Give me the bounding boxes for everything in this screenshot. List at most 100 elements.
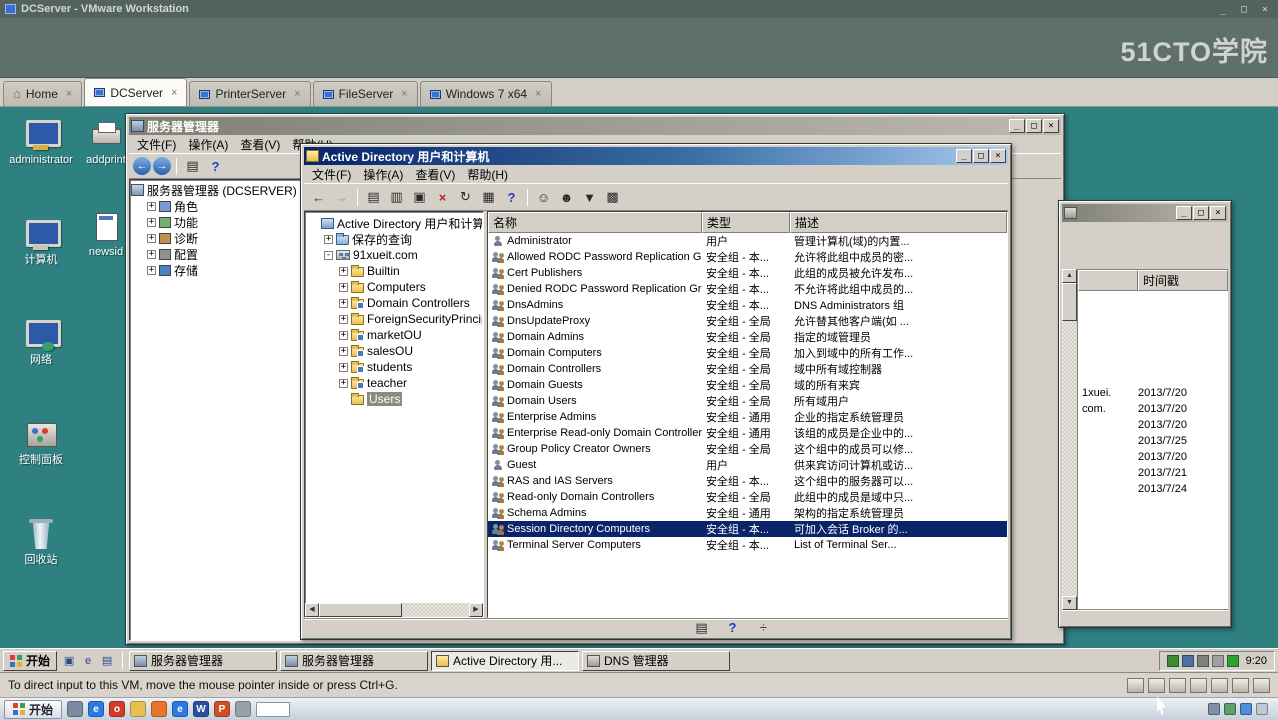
forward-icon[interactable]: →: [153, 157, 171, 175]
vm-tab-printerserver[interactable]: PrinterServer ×: [189, 81, 311, 106]
table-row[interactable]: Cert Publishers 安全组 - 本... 此组的成员被允许发布...: [488, 265, 1007, 281]
tree-item-server-manager-root[interactable]: 服务器管理器 (DCSERVER): [131, 182, 299, 198]
taskbar-ie-icon[interactable]: e: [88, 701, 105, 717]
tab-close-icon[interactable]: ×: [171, 87, 177, 99]
help-icon[interactable]: ?: [205, 156, 226, 176]
volume-icon[interactable]: [1208, 703, 1220, 715]
expand-icon[interactable]: +: [147, 249, 156, 259]
help-icon[interactable]: ?: [722, 618, 743, 638]
network-adapter-icon[interactable]: [1190, 677, 1207, 693]
table-row[interactable]: Domain Computers 安全组 - 全局 加入到域中的所有工作...: [488, 345, 1007, 361]
filter-icon[interactable]: ▼: [579, 187, 600, 207]
tree-item-storage[interactable]: + 存储: [131, 262, 299, 278]
print-icon[interactable]: ▤: [691, 618, 712, 638]
new-user-icon[interactable]: ☺: [533, 187, 554, 207]
tree-item-sales-ou[interactable]: + salesOU: [306, 343, 482, 359]
table-row[interactable]: Domain Users 安全组 - 全局 所有域用户: [488, 393, 1007, 409]
dns-manager-title-bar[interactable]: _ □ ×: [1062, 204, 1228, 222]
column-header-timestamp[interactable]: 时间戳: [1138, 270, 1228, 291]
refresh-icon[interactable]: ↻: [455, 187, 476, 207]
tab-close-icon[interactable]: ×: [401, 88, 407, 100]
menu-file[interactable]: 文件(F): [306, 165, 357, 183]
taskbar-word-icon[interactable]: W: [193, 701, 210, 717]
taskbar-ie-icon-2[interactable]: e: [172, 701, 189, 717]
vertical-scrollbar[interactable]: ▲ ▼: [1062, 269, 1077, 610]
scrollbar-track[interactable]: [1062, 283, 1077, 596]
expand-icon[interactable]: +: [339, 266, 348, 276]
table-row[interactable]: Session Directory Computers 安全组 - 本... 可加入…: [488, 521, 1007, 537]
desktop-icon-network[interactable]: 网络: [8, 319, 74, 419]
network-icon[interactable]: [1224, 703, 1236, 715]
back-icon[interactable]: ←: [308, 187, 329, 207]
tree-item-users[interactable]: Users: [306, 391, 482, 407]
tree-item-saved-queries[interactable]: + 保存的查询: [306, 231, 482, 247]
menu-view[interactable]: 查看(V): [234, 135, 286, 153]
expand-icon[interactable]: +: [147, 201, 156, 211]
hdd-icon[interactable]: [1127, 677, 1144, 693]
server-status-icon[interactable]: [1211, 654, 1224, 667]
floppy-icon[interactable]: [1169, 677, 1186, 693]
tree-item-domain-91xueit-com[interactable]: - 91xueit.com: [306, 247, 482, 263]
table-row[interactable]: Schema Admins 安全组 - 通用 架构的指定系统管理员: [488, 505, 1007, 521]
table-row[interactable]: Terminal Server Computers 安全组 - 本... List …: [488, 537, 1007, 553]
close-button[interactable]: ×: [1043, 119, 1059, 133]
show-desktop-icon[interactable]: ▣: [60, 652, 78, 670]
table-row[interactable]: com. 2013/7/20: [1078, 401, 1228, 417]
expand-icon[interactable]: +: [147, 233, 156, 243]
taskbar-show-desktop-icon[interactable]: [67, 701, 84, 717]
server-manager-title-bar[interactable]: 服务器管理器 _ □ ×: [129, 117, 1061, 135]
taskbar-media-player-icon[interactable]: o: [109, 701, 126, 717]
update-icon[interactable]: [1240, 703, 1252, 715]
active-directory-title-bar[interactable]: Active Directory 用户和计算机 _ □ ×: [304, 147, 1008, 165]
vm-tab-dcserver[interactable]: DCServer ×: [84, 78, 188, 106]
table-row[interactable]: Domain Controllers 安全组 - 全局 域中所有域控制器: [488, 361, 1007, 377]
menu-file[interactable]: 文件(F): [131, 135, 182, 153]
table-row[interactable]: Read-only Domain Controllers 安全组 - 全局 此组中的…: [488, 489, 1007, 505]
table-row[interactable]: 2013/7/20: [1078, 449, 1228, 465]
table-row[interactable]: RAS and IAS Servers 安全组 - 本... 这个组中的服务器可以.…: [488, 473, 1007, 489]
taskbar-button-server-manager-1[interactable]: 服务器管理器: [129, 650, 278, 671]
expand-icon[interactable]: +: [339, 282, 348, 292]
new-group-icon[interactable]: ☻: [556, 187, 577, 207]
table-row[interactable]: 2013/7/21: [1078, 465, 1228, 481]
taskbar-folder-icon[interactable]: [130, 701, 147, 717]
tab-close-icon[interactable]: ×: [535, 88, 541, 100]
properties-icon[interactable]: ▥: [386, 187, 407, 207]
tree-item-market-ou[interactable]: + marketOU: [306, 327, 482, 343]
table-row[interactable]: Enterprise Admins 安全组 - 通用 企业的指定系统管理员: [488, 409, 1007, 425]
table-row[interactable]: Administrator 用户 管理计算机(域)的内置...: [488, 233, 1007, 249]
expand-icon[interactable]: +: [339, 346, 348, 356]
table-row[interactable]: Denied RODC Password Replication Group 安全…: [488, 281, 1007, 297]
expand-icon[interactable]: -: [324, 250, 333, 260]
taskbar-powerpoint-icon[interactable]: P: [214, 701, 231, 717]
tree-item-ad-root[interactable]: Active Directory 用户和计算机: [306, 215, 482, 231]
desktop-icon-administrator[interactable]: administrator: [8, 119, 74, 219]
sound-icon[interactable]: [1232, 677, 1249, 693]
desktop-icon-recycle-bin[interactable]: 回收站: [8, 519, 74, 619]
shield-icon[interactable]: [1226, 654, 1239, 667]
minimize-button[interactable]: _: [1009, 119, 1025, 133]
copy-icon[interactable]: ▣: [409, 187, 430, 207]
desktop-icon-control-panel[interactable]: 控制面板: [8, 419, 74, 519]
cdrom-icon[interactable]: [1148, 677, 1165, 693]
tree-item-features[interactable]: + 功能: [131, 214, 299, 230]
minimize-button[interactable]: _: [956, 149, 972, 163]
tree-item-teacher[interactable]: + teacher: [306, 375, 482, 391]
ime-icon[interactable]: [1256, 703, 1268, 715]
forward-icon[interactable]: →: [331, 187, 352, 207]
vmware-tools-icon[interactable]: [1166, 654, 1179, 667]
vm-desktop[interactable]: administrator 计算机 网络 控制面板 回收站 addprint newsid…: [0, 107, 1278, 672]
delete-icon[interactable]: ×: [432, 187, 453, 207]
show-console-tree-icon[interactable]: ▤: [182, 156, 203, 176]
table-row[interactable]: 1xuei. 2013/7/20: [1078, 385, 1228, 401]
column-header-type[interactable]: 类型: [702, 212, 790, 233]
start-button[interactable]: 开始: [3, 650, 58, 671]
tree-item-roles[interactable]: + 角色: [131, 198, 299, 214]
taskbar-button-server-manager-2[interactable]: 服务器管理器: [280, 650, 429, 671]
vm-tab-home[interactable]: ⌂ Home ×: [3, 81, 83, 106]
menu-help[interactable]: 帮助(H): [461, 165, 514, 183]
tree-item-domain-controllers[interactable]: + Domain Controllers: [306, 295, 482, 311]
vm-tab-windows-7-x64[interactable]: Windows 7 x64 ×: [419, 81, 552, 106]
vm-tab-fileserver[interactable]: FileServer ×: [312, 81, 418, 106]
table-row[interactable]: Guest 用户 供来宾访问计算机或访...: [488, 457, 1007, 473]
